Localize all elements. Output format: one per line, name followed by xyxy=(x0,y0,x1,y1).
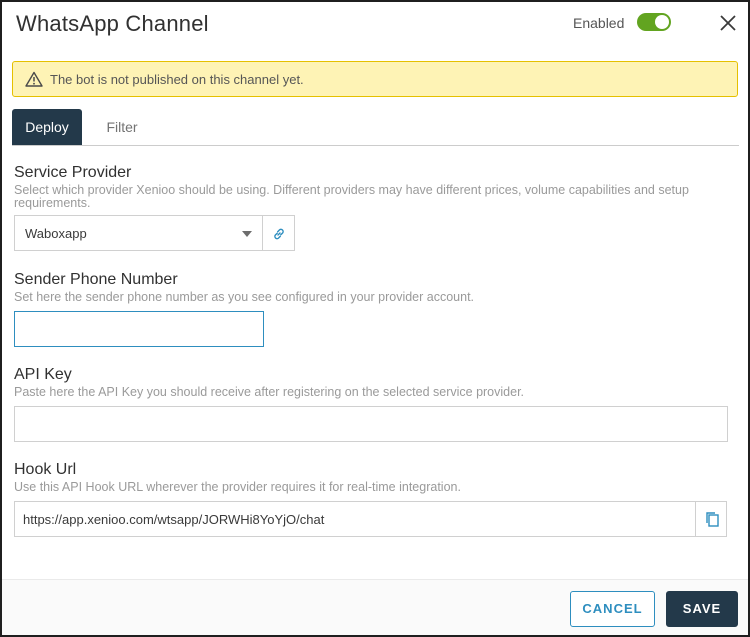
whatsapp-channel-dialog: WhatsApp Channel Enabled The bot is not … xyxy=(0,0,750,637)
tab-deploy[interactable]: Deploy xyxy=(12,109,82,145)
caret-down-icon xyxy=(242,231,252,237)
api-key-help: Paste here the API Key you should receiv… xyxy=(14,385,525,399)
service-provider-select[interactable]: Waboxapp xyxy=(14,215,263,251)
toggle-knob xyxy=(655,15,669,29)
api-key-input[interactable] xyxy=(14,406,728,442)
service-provider-help: Select which provider Xenioo should be u… xyxy=(14,183,689,210)
service-provider-label: Service Provider xyxy=(14,164,132,181)
close-icon[interactable] xyxy=(718,13,738,33)
hook-url-help: Use this API Hook URL wherever the provi… xyxy=(14,480,461,494)
enabled-toggle[interactable] xyxy=(637,13,671,31)
warning-icon xyxy=(25,71,43,87)
hook-url-label: Hook Url xyxy=(14,461,77,478)
tab-bar: Deploy Filter xyxy=(12,109,739,146)
hook-url-field[interactable]: https://app.xenioo.com/wtsapp/JORWHi8YoY… xyxy=(14,501,696,537)
save-button[interactable]: SAVE xyxy=(666,591,738,627)
alert-text: The bot is not published on this channel… xyxy=(50,72,304,87)
cancel-button[interactable]: CANCEL xyxy=(570,591,655,627)
copy-icon xyxy=(706,512,719,527)
sender-phone-label: Sender Phone Number xyxy=(14,271,178,288)
tab-filter[interactable]: Filter xyxy=(92,109,152,145)
hook-url-value: https://app.xenioo.com/wtsapp/JORWHi8YoY… xyxy=(23,512,325,527)
service-provider-value: Waboxapp xyxy=(25,226,87,241)
copy-hook-url-button[interactable] xyxy=(695,501,727,537)
link-icon xyxy=(274,228,284,240)
api-key-label: API Key xyxy=(14,366,72,383)
sender-phone-input[interactable] xyxy=(14,311,264,347)
dialog-title: WhatsApp Channel xyxy=(16,11,209,36)
dialog-footer: CANCEL SAVE xyxy=(2,579,748,635)
dialog-header: WhatsApp Channel Enabled xyxy=(2,2,748,50)
provider-link-button[interactable] xyxy=(262,215,295,251)
not-published-alert: The bot is not published on this channel… xyxy=(12,61,738,97)
enabled-label: Enabled xyxy=(573,15,625,31)
sender-phone-help: Set here the sender phone number as you … xyxy=(14,290,475,304)
